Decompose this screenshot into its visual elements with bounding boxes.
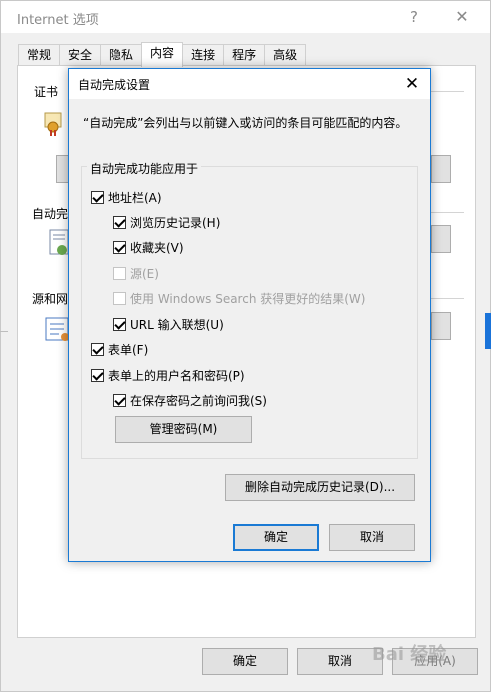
option-url-suggestions[interactable]: URL 输入联想(U) <box>113 315 224 333</box>
manage-passwords-button[interactable]: 管理密码(M) <box>115 416 252 443</box>
address-bar-label: 地址栏(A) <box>108 190 162 205</box>
browsing-history-checkbox[interactable] <box>113 215 126 229</box>
dialog-titlebar: 自动完成设置 ✕ <box>69 69 430 99</box>
dialog-description: “自动完成”会列出与以前键入或访问的条目可能匹配的内容。 <box>83 116 408 130</box>
help-button[interactable]: ? <box>399 5 429 29</box>
windows-search-label: 使用 Windows Search 获得更好的结果(W) <box>130 291 366 306</box>
outer-close-button[interactable]: ✕ <box>447 5 477 29</box>
option-forms[interactable]: 表单(F) <box>91 340 148 358</box>
address-bar-checkbox[interactable] <box>91 190 104 204</box>
outer-window-title: Internet 选项 <box>17 13 99 28</box>
dialog-ok-button[interactable]: 确定 <box>233 524 319 551</box>
outer-ok-button[interactable]: 确定 <box>202 648 288 675</box>
dialog-cancel-button[interactable]: 取消 <box>329 524 415 551</box>
dialog-close-button[interactable]: ✕ <box>399 72 425 96</box>
usernames-passwords-label: 表单上的用户名和密码(P) <box>108 368 245 383</box>
browsing-history-label: 浏览历史记录(H) <box>130 215 221 230</box>
background-divider <box>0 331 8 332</box>
publishers-button-fragment[interactable] <box>431 155 451 183</box>
tab-connections[interactable]: 连接 <box>182 44 225 66</box>
autocomplete-settings-button-fragment[interactable] <box>431 225 451 253</box>
windows-search-checkbox <box>113 291 126 305</box>
group-divider <box>431 298 464 299</box>
favorites-checkbox[interactable] <box>113 240 126 254</box>
favorites-label: 收藏夹(V) <box>130 240 184 255</box>
options-group-legend: 自动完成功能应用于 <box>87 160 202 177</box>
feeds-settings-button-fragment[interactable] <box>431 312 451 340</box>
option-windows-search: 使用 Windows Search 获得更好的结果(W) <box>113 289 365 307</box>
option-usernames-passwords[interactable]: 表单上的用户名和密码(P) <box>91 366 245 384</box>
tab-strip: 常规 安全 隐私 内容 连接 程序 高级 <box>18 42 307 67</box>
feeds-checkbox <box>113 266 126 280</box>
watermark: Bai 经验 <box>372 644 447 665</box>
feeds-label: 源(E) <box>130 266 159 281</box>
dialog-title: 自动完成设置 <box>78 78 151 92</box>
tab-programs[interactable]: 程序 <box>223 44 266 66</box>
autocomplete-settings-dialog: 自动完成设置 ✕ “自动完成”会列出与以前键入或访问的条目可能匹配的内容。 自动… <box>68 68 431 562</box>
forms-checkbox[interactable] <box>91 342 104 356</box>
group-divider <box>431 212 464 213</box>
outer-cancel-button[interactable]: 取消 <box>297 648 383 675</box>
tab-security[interactable]: 安全 <box>59 44 102 66</box>
tab-advanced[interactable]: 高级 <box>264 44 307 66</box>
tab-general[interactable]: 常规 <box>18 44 61 66</box>
usernames-passwords-checkbox[interactable] <box>91 368 104 382</box>
option-browsing-history[interactable]: 浏览历史记录(H) <box>113 213 220 231</box>
tab-content[interactable]: 内容 <box>141 42 184 67</box>
outer-titlebar: Internet 选项 ? ✕ <box>1 1 490 33</box>
forms-label: 表单(F) <box>108 342 149 357</box>
ask-before-saving-checkbox[interactable] <box>113 393 126 407</box>
certificates-group-label: 证书 <box>34 85 59 99</box>
option-favorites[interactable]: 收藏夹(V) <box>113 238 184 256</box>
delete-autocomplete-history-button[interactable]: 删除自动完成历史记录(D)... <box>225 474 415 501</box>
background-accent-strip <box>485 313 491 349</box>
ask-before-saving-label: 在保存密码之前询问我(S) <box>130 393 267 408</box>
tab-privacy[interactable]: 隐私 <box>100 44 143 66</box>
url-suggestions-checkbox[interactable] <box>113 317 126 331</box>
option-ask-before-saving[interactable]: 在保存密码之前询问我(S) <box>113 391 267 409</box>
certificate-icon <box>43 110 65 139</box>
feeds-group-label: 源和网 <box>32 292 69 306</box>
url-suggestions-label: URL 输入联想(U) <box>130 317 224 332</box>
option-address-bar[interactable]: 地址栏(A) <box>91 188 162 206</box>
autocomplete-group-label: 自动完 <box>32 207 69 221</box>
option-feeds: 源(E) <box>113 264 159 282</box>
